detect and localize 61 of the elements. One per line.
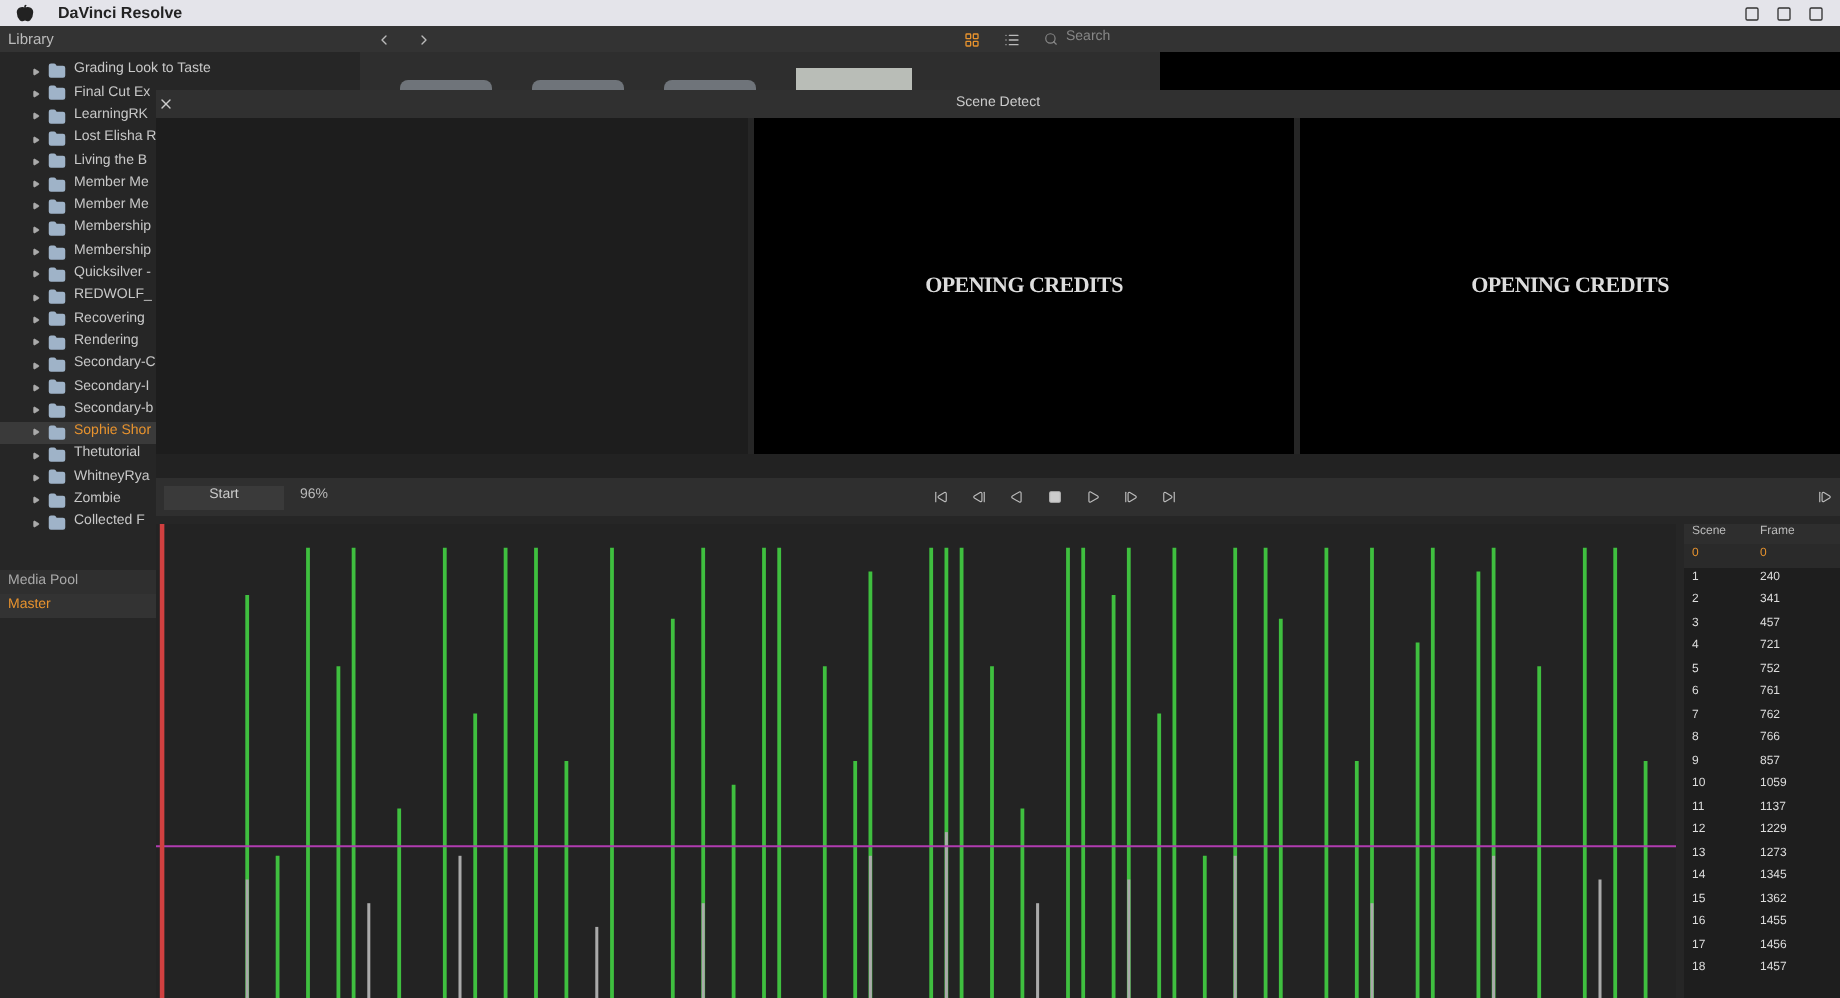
expand-arrow-icon[interactable] — [32, 293, 40, 302]
app-name[interactable]: DaVinci Resolve — [58, 1, 183, 25]
preview-caption: OPENING CREDITS — [1471, 271, 1669, 302]
expand-arrow-icon[interactable] — [32, 157, 40, 166]
clip-thumbnail[interactable] — [796, 68, 912, 92]
folder-icon — [48, 288, 66, 307]
folder-icon — [48, 197, 66, 216]
play-icon[interactable] — [1086, 490, 1101, 504]
folder-icon — [48, 84, 66, 103]
search-icon — [1044, 32, 1058, 46]
folder-icon — [48, 468, 66, 487]
expand-arrow-icon[interactable] — [32, 202, 40, 211]
folder-icon — [48, 220, 66, 239]
folder-icon — [48, 378, 66, 397]
folder-icon — [48, 175, 66, 194]
folder-icon — [48, 310, 66, 329]
step-forward-icon[interactable] — [1818, 490, 1832, 504]
folder-icon — [48, 243, 66, 262]
folder-icon — [48, 446, 66, 465]
expand-arrow-icon[interactable] — [32, 519, 40, 528]
expand-arrow-icon[interactable] — [32, 451, 40, 460]
step-forward-icon[interactable] — [1124, 490, 1139, 504]
list-view-icon[interactable] — [1004, 31, 1020, 47]
folder-icon — [48, 514, 66, 533]
folder-icon — [48, 107, 66, 126]
stop-icon[interactable] — [1048, 490, 1063, 504]
expand-arrow-icon[interactable] — [32, 270, 40, 279]
play-reverse-icon[interactable] — [1010, 490, 1025, 504]
folder-icon — [48, 401, 66, 420]
expand-arrow-icon[interactable] — [32, 67, 40, 76]
folder-icon — [48, 265, 66, 284]
expand-arrow-icon[interactable] — [32, 225, 40, 234]
expand-arrow-icon[interactable] — [32, 89, 40, 98]
forward-icon[interactable] — [416, 31, 432, 47]
expand-arrow-icon[interactable] — [32, 315, 40, 324]
close-icon[interactable] — [158, 96, 174, 112]
expand-arrow-icon[interactable] — [32, 112, 40, 121]
expand-arrow-icon[interactable] — [32, 248, 40, 257]
apple-icon[interactable] — [16, 4, 34, 22]
folder-icon — [48, 491, 66, 510]
expand-arrow-icon[interactable] — [32, 406, 40, 415]
expand-arrow-icon[interactable] — [32, 361, 40, 369]
preview-caption: OPENING CREDITS — [925, 271, 1123, 302]
folder-icon — [48, 423, 66, 442]
folder-icon — [48, 130, 66, 149]
expand-arrow-icon[interactable] — [32, 338, 40, 347]
expand-arrow-icon[interactable] — [32, 180, 40, 189]
expand-arrow-icon[interactable] — [32, 383, 40, 392]
expand-arrow-icon[interactable] — [32, 135, 40, 144]
expand-arrow-icon[interactable] — [32, 473, 40, 482]
skip-back-icon[interactable] — [934, 490, 949, 504]
folder-icon — [48, 333, 66, 352]
folder-icon — [48, 62, 66, 81]
back-icon[interactable] — [376, 31, 392, 47]
expand-arrow-icon[interactable] — [32, 428, 40, 437]
expand-arrow-icon[interactable] — [32, 496, 40, 505]
grid-view-icon[interactable] — [964, 31, 980, 47]
step-back-icon[interactable] — [972, 490, 987, 504]
folder-icon — [48, 152, 66, 171]
skip-forward-icon[interactable] — [1162, 490, 1177, 504]
folder-icon — [48, 356, 66, 374]
